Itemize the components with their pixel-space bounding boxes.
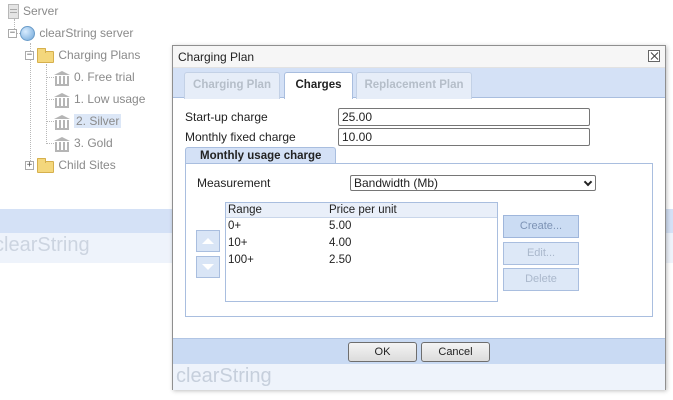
chevron-down-icon	[583, 177, 593, 187]
collapse-toggle[interactable]: −	[25, 51, 34, 61]
edit-button[interactable]: Edit...	[503, 242, 579, 265]
bank-icon	[54, 92, 70, 108]
monthly-fixed-charge-label: Monthly fixed charge	[185, 130, 296, 144]
table-row[interactable]: 10+ 4.00	[226, 236, 497, 253]
dialog-title: Charging Plan	[178, 50, 255, 64]
price-cell: 5.00	[329, 220, 352, 232]
price-cell: 4.00	[329, 237, 352, 249]
column-header-range[interactable]: Range	[228, 204, 262, 216]
charging-plan-dialog: Charging Plan Charging Plan Charges Repl…	[172, 45, 666, 390]
close-icon[interactable]	[648, 50, 660, 62]
range-cell: 10+	[228, 237, 248, 249]
move-up-button[interactable]	[196, 230, 220, 252]
table-row[interactable]: 100+ 2.50	[226, 253, 497, 270]
tree-node-label: Child Sites	[58, 158, 116, 172]
folder-icon	[37, 157, 55, 173]
startup-charge-input[interactable]	[338, 108, 590, 126]
monthly-fixed-charge-input[interactable]	[338, 128, 590, 146]
tree-node-plan-selected[interactable]: 2. Silver	[54, 112, 122, 130]
usage-rate-table: Range Price per unit 0+ 5.00 10+ 4.00 10…	[225, 202, 498, 302]
bank-icon	[54, 136, 70, 152]
table-row[interactable]: 0+ 5.00	[226, 219, 497, 236]
cancel-button[interactable]: Cancel	[421, 342, 490, 362]
tree-node-label: Charging Plans	[58, 48, 141, 62]
create-button[interactable]: Create...	[503, 215, 579, 238]
measurement-select-value: Bandwidth (Mb)	[354, 176, 439, 190]
tree-node-label: clearString server	[39, 26, 134, 40]
bank-icon	[54, 114, 70, 130]
dialog-body: Start-up charge Monthly fixed charge Mon…	[173, 99, 665, 338]
tree-node-server[interactable]: Server	[8, 2, 58, 20]
tree-node-child-sites[interactable]: + Child Sites	[25, 156, 116, 174]
server-icon	[8, 4, 19, 20]
tree-node-clearstring-server[interactable]: − clearString server	[8, 24, 133, 42]
tree-node-label: 1. Low usage	[74, 92, 146, 106]
tree-node-label: 0. Free trial	[74, 70, 135, 84]
tab-charges[interactable]: Charges	[284, 72, 353, 100]
dialog-titlebar[interactable]: Charging Plan	[173, 46, 665, 68]
price-cell: 2.50	[329, 254, 352, 266]
background-brand-logo: clearString	[0, 234, 90, 256]
brand-logo: clearString	[176, 365, 272, 387]
collapse-toggle[interactable]: −	[8, 29, 17, 39]
tab-charging-plan[interactable]: Charging Plan	[184, 72, 280, 99]
globe-icon	[20, 26, 36, 42]
tree-node-plan[interactable]: 0. Free trial	[54, 68, 135, 86]
dialog-footer: OK Cancel	[173, 338, 665, 364]
tree-connector	[46, 64, 47, 144]
table-header: Range Price per unit	[226, 203, 497, 218]
tab-strip: Charging Plan Charges Replacement Plan	[173, 68, 665, 100]
tree-node-plan[interactable]: 1. Low usage	[54, 90, 145, 108]
column-header-price[interactable]: Price per unit	[329, 204, 397, 216]
tab-replacement-plan[interactable]: Replacement Plan	[356, 72, 472, 99]
move-down-button[interactable]	[196, 256, 220, 278]
range-cell: 100+	[228, 254, 254, 266]
tree-node-charging-plans[interactable]: − Charging Plans	[25, 46, 140, 64]
tree-node-label: 3. Gold	[74, 136, 113, 150]
tree-node-label: 2. Silver	[74, 114, 122, 128]
expand-toggle[interactable]: +	[25, 161, 34, 171]
measurement-label: Measurement	[197, 176, 271, 190]
folder-icon	[37, 47, 55, 63]
measurement-select[interactable]: Bandwidth (Mb)	[350, 175, 596, 191]
delete-button[interactable]: Delete	[503, 268, 579, 291]
tree-node-plan[interactable]: 3. Gold	[54, 134, 113, 152]
range-cell: 0+	[228, 220, 242, 232]
startup-charge-label: Start-up charge	[185, 110, 268, 124]
bank-icon	[54, 70, 70, 86]
ok-button[interactable]: OK	[348, 342, 417, 362]
usage-section-title: Monthly usage charge	[185, 147, 337, 164]
tree-node-label: Server	[23, 4, 59, 18]
